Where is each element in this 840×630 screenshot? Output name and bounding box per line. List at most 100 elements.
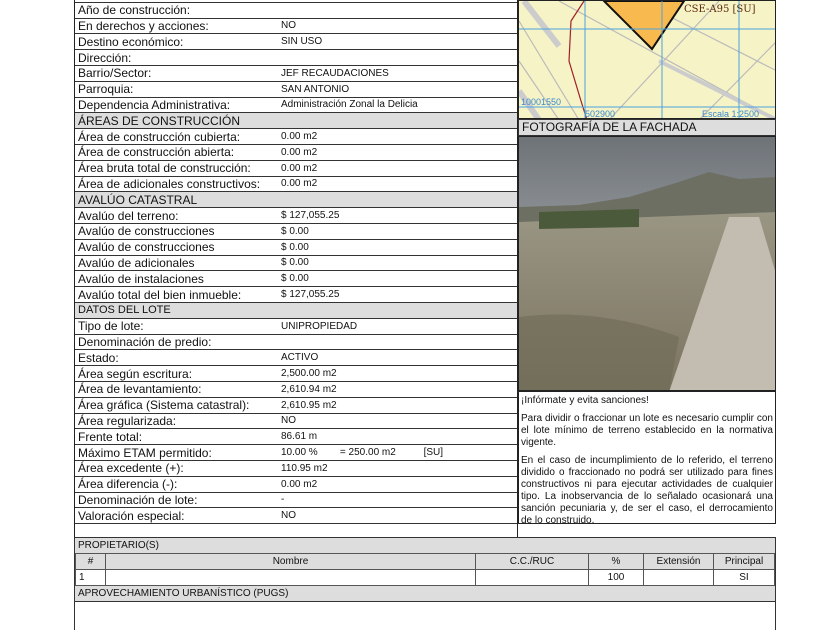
field-label: Año de construcción: [78,3,191,18]
field-label: Barrio/Sector: [78,66,152,81]
field-label: Área excedente (+): [78,461,184,476]
owner-id [475,569,589,586]
owner-number: 1 [75,569,106,586]
table-row: Destino económico: SIN USO [75,34,517,51]
field-label: Tipo de lote: [78,319,144,334]
table-row: Parroquia: SAN ANTONIO [75,82,517,98]
field-value: UNIPROPIEDAD [281,320,358,332]
notice-title: ¡Infórmate y evita sanciones! [521,395,649,406]
field-label: Área gráfica (Sistema catastral): [78,398,250,413]
table-row: Denominación de predio: [75,335,517,351]
field-label: Área bruta total de construcción: [78,161,251,176]
field-label: Dirección: [78,50,132,65]
table-row: Área bruta total de construcción: 0.00 m2 [75,161,517,177]
field-value: NO [281,20,296,32]
field-value: JEF RECAUDACIONES [281,67,389,79]
table-row: Dirección: [75,50,517,66]
table-row: Frente total: 86.61 m [75,429,517,446]
field-value: 0.00 m2 [281,131,318,143]
field-label: Máximo ETAM permitido: [78,445,212,460]
field-label: Área según escritura: [78,366,193,381]
table-row: Año de construcción: [75,3,517,19]
field-value: 0.00 m2 [281,146,318,158]
field-value: $ 127,055.25 [281,210,340,222]
field-value: NO [281,415,296,427]
owners-title: PROPIETARIO(S) [75,538,775,553]
col-number: # [75,553,106,570]
field-value: 2,610.95 m2 [281,399,337,411]
field-value: - [281,494,285,506]
facade-title: FOTOGRAFÍA DE LA FACHADA [518,119,776,136]
pugs-title: APROVECHAMIENTO URBANÍSTICO (PUGS) [75,586,775,601]
notice-paragraph-1: Para dividir o fraccionar un lote es nec… [521,413,773,448]
field-label: Avalúo total del bien inmueble: [78,287,242,302]
sanctions-notice: ¡Infórmate y evita sanciones! Para divid… [518,391,776,526]
field-value: 86.61 m [281,431,318,443]
field-label: Avalúo de instalaciones [78,271,204,286]
field-label: Área de levantamiento: [78,382,202,397]
field-label: Área de adicionales constructivos: [78,176,261,191]
table-row: En derechos y acciones: NO [75,19,517,35]
table-row: Área de construcción abierta: 0.00 m2 [75,145,517,161]
field-label: Avalúo de construcciones [78,224,215,239]
field-value: 110.95 m2 [281,462,328,474]
table-row: Tipo de lote: UNIPROPIEDAD [75,319,517,335]
owner-extension [643,569,714,586]
field-value: 0.00 m2 [281,478,318,490]
coord-x-label: 502900 [585,109,615,119]
table-row: Dependencia Administrativa: Administració… [75,98,517,114]
owner-principal: SI [713,569,775,586]
property-data-table: Año de construcción: En derechos y accion… [74,0,518,525]
table-row: Avalúo de adicionales $ 0.00 [75,256,517,272]
field-label: Avalúo de adicionales [78,255,195,270]
section-header: DATOS DEL LOTE [75,302,517,319]
owner-name [105,569,476,586]
field-label: Área de construcción cubierta: [78,129,241,144]
field-value: 10.00 % = 250.00 m2 [SU] [281,447,444,458]
col-principal: Principal [713,553,775,570]
col-name: Nombre [105,553,476,570]
table-row: Área de adicionales constructivos: 0.00 m… [75,177,517,193]
col-extension: Extensión [643,553,714,570]
field-label: Valoración especial: [78,508,185,523]
field-label: Estado: [78,350,119,365]
field-label: Área de construcción abierta: [78,145,235,160]
field-label: Destino económico: [78,34,184,49]
field-value: $ 0.00 [281,225,309,237]
owners-table: # Nombre C.C./RUC % Extensión Principal … [75,553,775,586]
field-value: 0.00 m2 [281,178,318,190]
field-value: $ 0.00 [281,257,309,269]
facade-photo [518,136,776,391]
field-value: $ 127,055.25 [281,289,340,301]
pugs-content [74,600,776,630]
table-row: Área excedente (+): 110.95 m2 [75,461,517,477]
field-value: $ 0.00 [281,241,309,253]
zone-label: CSE-A95 [SU] [684,4,756,15]
field-label: Frente total: [78,429,143,444]
field-label: Área regularizada: [78,413,177,428]
field-value: NO [281,510,296,522]
field-label: Avalúo de construcciones [78,240,215,255]
section-header: AVALÚO CATASTRAL [75,192,517,209]
table-row: Denominación de lote: - [75,493,517,509]
owners-section: PROPIETARIO(S) # Nombre C.C./RUC % Exten… [74,537,776,602]
notice-paragraph-2: En el caso de incumplimiento de lo refer… [521,455,773,526]
table-row: Estado: ACTIVO [75,350,517,367]
table-row: Avalúo de construcciones $ 0.00 [75,240,517,256]
field-value: 0.00 m2 [281,162,318,174]
cadastral-map: CSE-A95 [SU] 10001550 502900 Escala 1:25… [518,0,776,119]
table-row: Máximo ETAM permitido: 10.00 % = 250.00 m… [75,445,517,461]
field-value: ACTIVO [281,352,319,364]
table-row: Área de levantamiento: 2,610.94 m2 [75,382,517,398]
table-row: Área regularizada: NO [75,414,517,430]
table-row: Área de construcción cubierta: 0.00 m2 [75,129,517,145]
field-label: En derechos y acciones: [78,18,209,33]
owner-percent: 100 [588,569,644,586]
field-value: 2,610.94 m2 [281,383,337,395]
table-row: Área gráfica (Sistema catastral): 2,610.9… [75,398,517,414]
table-row: 1 100 SI [75,569,775,586]
field-label: Dependencia Administrativa: [78,97,231,112]
field-label: Denominación de predio: [78,334,212,349]
table-row: Avalúo del terreno: $ 127,055.25 [75,208,517,224]
field-value: SAN ANTONIO [281,83,350,95]
